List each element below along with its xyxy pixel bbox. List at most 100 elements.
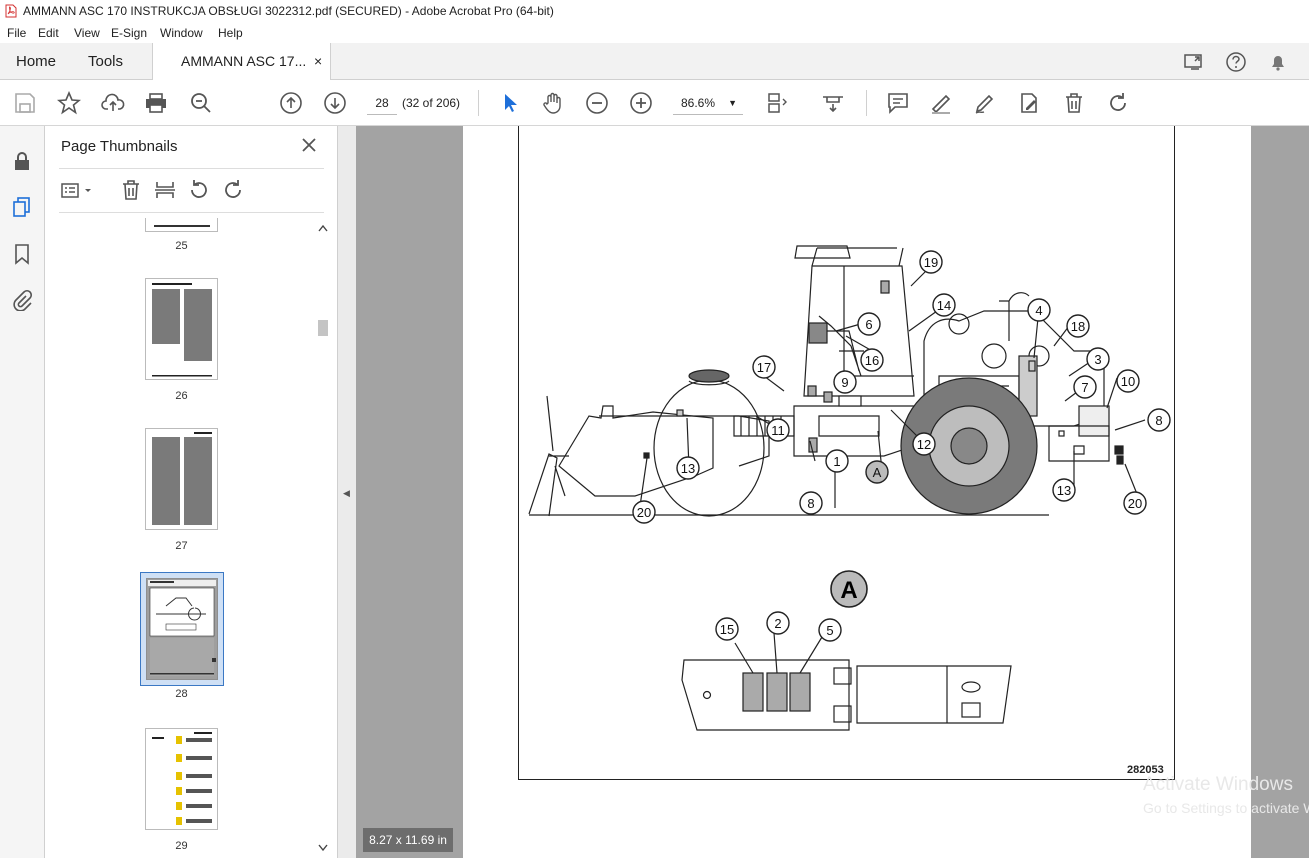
scroll-up-arrow-icon[interactable] [318, 224, 328, 232]
callout-label: 11 [771, 423, 785, 438]
share-screen-icon[interactable] [1183, 51, 1205, 73]
close-tab-icon[interactable]: × [314, 43, 322, 80]
thumbnail-list: 25 26 27 28 29 [45, 218, 315, 858]
scroll-down-arrow-icon[interactable] [318, 844, 328, 852]
page-thumbnail-26[interactable] [145, 278, 218, 380]
delete-trash-icon[interactable] [1062, 91, 1086, 115]
pdf-file-icon [5, 4, 17, 18]
page-thumbnail-25[interactable] [145, 218, 218, 232]
tab-bar: Home Tools AMMANN ASC 17... × [0, 43, 1309, 81]
select-cursor-icon[interactable] [498, 91, 522, 115]
main-toolbar: 28 (32 of 206) 86.6% ▼ [0, 80, 1309, 126]
document-view[interactable]: 19 14 6 16 4 18 3 17 9 7 10 8 11 12 1 A [356, 126, 1309, 858]
callout-label: 15 [720, 622, 734, 637]
menu-view[interactable]: View [74, 23, 100, 43]
callout-label: 20 [1128, 496, 1142, 511]
next-page-icon[interactable] [323, 91, 347, 115]
rotate-clockwise-icon[interactable] [1106, 91, 1130, 115]
page-number-input[interactable]: 28 [367, 91, 397, 115]
callout-label: 4 [1035, 303, 1042, 318]
page-thumbnail-label: 25 [175, 240, 188, 252]
callout-label: 13 [1057, 483, 1071, 498]
fit-page-icon[interactable] [766, 91, 790, 115]
toolbar-divider [866, 90, 867, 116]
callout-label: 7 [1081, 380, 1088, 395]
callout-label: 1 [833, 454, 840, 469]
rotate-counterclockwise-icon[interactable] [187, 178, 211, 202]
attachment-paperclip-icon[interactable] [11, 289, 33, 311]
pdf-page: 19 14 6 16 4 18 3 17 9 7 10 8 11 12 1 A [463, 126, 1251, 858]
panel-title: Page Thumbnails [61, 138, 178, 155]
lock-icon[interactable] [11, 150, 33, 172]
print-icon[interactable] [144, 91, 168, 115]
menu-help[interactable]: Help [218, 23, 243, 43]
scrollbar-thumb[interactable] [318, 320, 328, 336]
window-title: AMMANN ASC 170 INSTRUKCJA OBSŁUGI 302231… [23, 4, 554, 18]
page-size-indicator: 8.27 x 11.69 in [363, 828, 453, 852]
panel-collapse-splitter[interactable]: ◀ [338, 126, 356, 858]
activation-watermark: Activate Windows [1143, 774, 1293, 795]
hand-pan-icon[interactable] [541, 91, 565, 115]
machine-labels-diagram: 19 14 6 16 4 18 3 17 9 7 10 8 11 12 1 A [528, 245, 1171, 731]
callout-label: 12 [917, 437, 931, 452]
zoom-level-dropdown[interactable]: 86.6% ▼ [673, 91, 743, 115]
toolbar-divider [478, 90, 479, 116]
menu-window[interactable]: Window [160, 23, 203, 43]
callout-label: 20 [637, 505, 651, 520]
find-zoom-icon[interactable] [189, 91, 213, 115]
highlight-pen-icon[interactable] [929, 91, 953, 115]
callout-label: 8 [807, 496, 814, 511]
thumbnail-scrollbar[interactable] [315, 218, 331, 858]
panel-divider [59, 212, 324, 213]
menu-edit[interactable]: Edit [38, 23, 59, 43]
bookmark-star-icon[interactable] [57, 91, 81, 115]
close-panel-icon[interactable] [300, 136, 318, 154]
zoom-in-icon[interactable] [629, 91, 653, 115]
tab-home[interactable]: Home [16, 43, 56, 80]
collapse-arrow-icon[interactable]: ◀ [343, 488, 350, 499]
activation-watermark-subtext: Go to Settings to activate Windows. [1143, 800, 1309, 816]
title-bar: AMMANN ASC 170 INSTRUKCJA OBSŁUGI 302231… [0, 0, 1309, 23]
menu-file[interactable]: File [7, 23, 26, 43]
figure-frame: 19 14 6 16 4 18 3 17 9 7 10 8 11 12 1 A [518, 126, 1175, 780]
callout-label: 5 [826, 623, 833, 638]
callout-label: 17 [757, 360, 771, 375]
detail-label: A [840, 577, 857, 604]
thumbnail-options-icon[interactable] [59, 178, 95, 202]
tab-document-label: AMMANN ASC 17... [181, 53, 307, 69]
zoom-out-icon[interactable] [585, 91, 609, 115]
page-thumbnail-label: 29 [175, 840, 188, 852]
help-icon[interactable] [1225, 51, 1247, 73]
callout-label: 8 [1155, 413, 1162, 428]
page-thumbnails-icon[interactable] [11, 196, 33, 218]
menu-esign[interactable]: E-Sign [111, 23, 147, 43]
previous-page-icon[interactable] [279, 91, 303, 115]
upload-cloud-icon[interactable] [101, 91, 125, 115]
zoom-level-value: 86.6% [681, 96, 716, 110]
callout-label: 14 [937, 298, 951, 313]
menu-bar: File Edit View E-Sign Window Help [0, 23, 1309, 43]
page-thumbnail-label: 27 [175, 540, 188, 552]
scroll-mode-icon[interactable] [821, 91, 845, 115]
callout-label: 18 [1071, 319, 1085, 334]
bookmarks-icon[interactable] [11, 243, 33, 265]
page-thumbnail-label: 26 [175, 390, 188, 402]
left-navigation-rail [0, 126, 45, 858]
comment-icon[interactable] [886, 91, 910, 115]
save-icon[interactable] [13, 91, 37, 115]
callout-label: 6 [865, 317, 872, 332]
tab-tools[interactable]: Tools [88, 43, 123, 80]
page-thumbnail-27[interactable] [145, 428, 218, 530]
draw-sign-icon[interactable] [973, 91, 997, 115]
page-thumbnail-29[interactable] [145, 728, 218, 830]
notifications-bell-icon[interactable] [1267, 51, 1289, 73]
page-thumbnail-label: 28 [175, 688, 188, 700]
tab-document[interactable]: AMMANN ASC 17... × [152, 43, 331, 81]
page-thumbnail-28[interactable] [140, 572, 224, 686]
delete-page-icon[interactable] [119, 178, 143, 202]
insert-page-icon[interactable] [153, 178, 177, 202]
callout-label: A [873, 465, 882, 480]
edit-pdf-icon[interactable] [1017, 91, 1041, 115]
rotate-clockwise-page-icon[interactable] [221, 178, 245, 202]
panel-divider [59, 168, 324, 169]
